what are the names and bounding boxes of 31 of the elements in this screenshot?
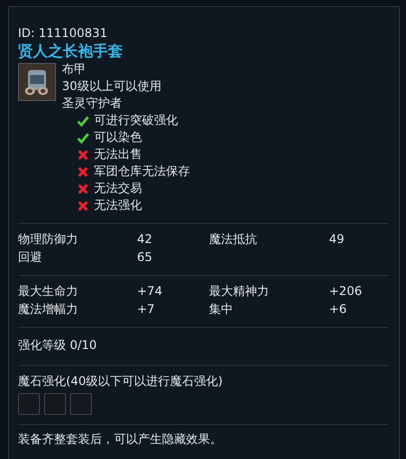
stat-name: 魔法抵抗 bbox=[209, 231, 258, 248]
stat-name: 回避 bbox=[18, 249, 43, 266]
item-restriction: 无法出售 bbox=[94, 146, 142, 163]
item-info: 圣灵守护者 bbox=[62, 95, 123, 112]
stat-name: 最大生命力 bbox=[18, 283, 79, 300]
manastone-label: 魔石强化(40级以下可以进行魔石强化) bbox=[18, 373, 224, 390]
manastone-slot[interactable] bbox=[18, 393, 40, 415]
item-name: 贤人之长袍手套 bbox=[18, 41, 124, 61]
stat-value: +206 bbox=[329, 283, 363, 300]
manastone-slot[interactable] bbox=[70, 393, 92, 415]
stat-name: 最大精神力 bbox=[209, 283, 270, 300]
stat-name: 物理防御力 bbox=[18, 231, 79, 248]
item-restriction: 无法强化 bbox=[94, 197, 142, 214]
stat-value: 42 bbox=[137, 231, 154, 248]
item-id: ID: 111100831 bbox=[18, 25, 108, 41]
manastone-slot[interactable] bbox=[44, 393, 66, 415]
item-restriction: 军团仓库无法保存 bbox=[94, 163, 190, 180]
stat-name: 集中 bbox=[209, 301, 234, 318]
stat-value: 65 bbox=[137, 249, 154, 266]
item-restriction: 可以染色 bbox=[94, 129, 142, 146]
stat-value: +74 bbox=[137, 283, 164, 300]
item-restriction: 可进行突破强化 bbox=[94, 112, 178, 129]
stat-value: 49 bbox=[329, 231, 346, 248]
stat-name: 魔法增幅力 bbox=[18, 301, 79, 318]
item-restriction: 无法交易 bbox=[94, 180, 142, 197]
item-info: 布甲 bbox=[62, 61, 87, 78]
item-info: 30级以上可以使用 bbox=[62, 78, 162, 95]
enchant-level: 强化等级 0/10 bbox=[18, 337, 98, 354]
set-note: 装备齐整套装后，可以产生隐藏效果。 bbox=[18, 432, 223, 446]
stat-value: +6 bbox=[329, 301, 348, 318]
stat-value: +7 bbox=[137, 301, 156, 318]
